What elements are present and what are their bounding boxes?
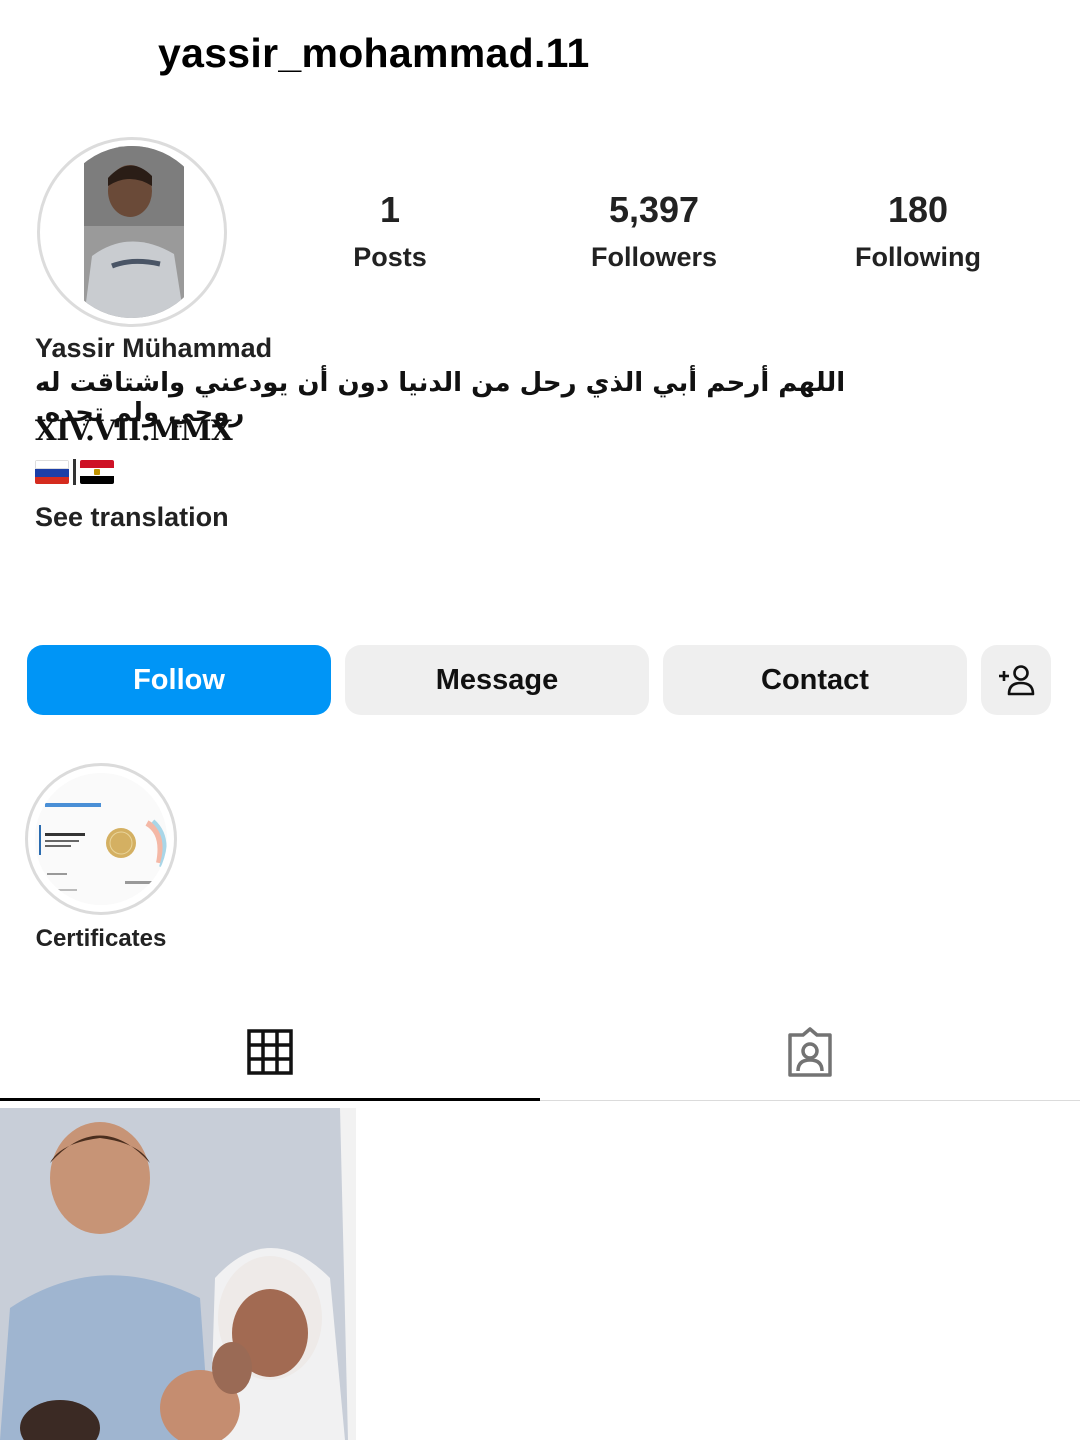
contact-button[interactable]: Contact [663,645,967,715]
grid-icon [247,1028,293,1075]
highlight-certificates[interactable] [25,763,177,915]
bio-roman-date: XIV.VII.MMX [35,414,233,447]
bio-flags [35,459,114,485]
following-label: Following [855,242,981,272]
posts-count: 1 [379,189,401,230]
message-button[interactable]: Message [345,645,649,715]
stat-followers[interactable]: 5,397 Followers [554,190,754,273]
russia-flag-icon [35,460,69,484]
stat-posts[interactable]: 1 Posts [290,190,490,273]
see-translation-link[interactable]: See translation [35,502,229,533]
highlight-label: Certificates [35,925,167,952]
avatar-photo [52,146,212,318]
person-add-icon [999,665,1035,696]
followers-count: 5,397 [608,189,700,230]
follow-button[interactable]: Follow [27,645,331,715]
posts-label: Posts [353,242,427,272]
suggest-people-button[interactable] [981,645,1051,715]
profile-full-name: Yassir Mühammad [35,333,273,363]
following-count: 180 [887,189,949,230]
tab-tagged[interactable] [540,1005,1080,1101]
tab-posts-grid[interactable] [0,1005,540,1101]
post-thumbnail[interactable] [0,1108,356,1440]
profile-username: yassir_mohammad.11 [158,30,590,76]
followers-label: Followers [590,242,718,272]
flag-separator [73,459,76,485]
stat-following[interactable]: 180 Following [818,190,1018,273]
egypt-flag-icon [80,460,114,484]
tagged-icon [788,1026,832,1077]
profile-avatar[interactable] [37,137,227,327]
highlight-cover [35,773,167,905]
